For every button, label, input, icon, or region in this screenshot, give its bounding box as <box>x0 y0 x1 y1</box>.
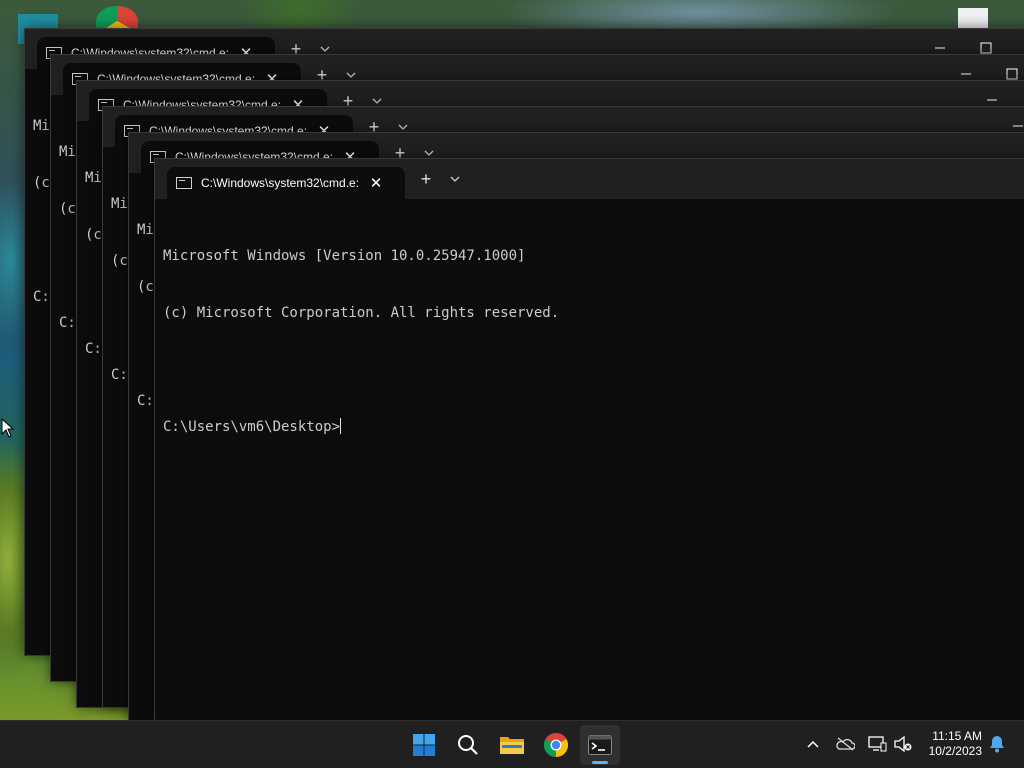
chevron-up-icon[interactable] <box>802 733 824 755</box>
console-line: Microsoft Windows [Version 10.0.25947.10… <box>163 248 526 264</box>
terminal-icon <box>588 735 612 755</box>
tab-title: C:\Windows\system32\cmd.e: <box>201 176 360 190</box>
console-prompt-line[interactable]: C:\Users\vm6\Desktop> <box>163 418 1024 437</box>
chrome-button[interactable] <box>536 725 576 765</box>
network-icon[interactable] <box>866 733 888 755</box>
search-button[interactable] <box>448 725 488 765</box>
tab-dropdown-icon[interactable] <box>445 171 465 187</box>
system-clock[interactable]: 11:15 AM 10/2/2023 <box>929 729 982 759</box>
onedrive-icon[interactable] <box>834 733 856 755</box>
folder-icon <box>500 737 524 754</box>
console-line: (c) Microsoft Corporation. All rights re… <box>163 305 560 321</box>
terminal-button[interactable] <box>580 725 620 765</box>
start-button[interactable] <box>404 725 444 765</box>
cmd-window-active[interactable]: C:\Windows\system32\cmd.e: ✕ + Microsoft… <box>154 158 1024 722</box>
taskbar: 11:15 AM 10/2/2023 <box>0 720 1024 768</box>
tab-cmd[interactable]: C:\Windows\system32\cmd.e: ✕ <box>167 167 405 199</box>
file-explorer-button[interactable] <box>492 725 532 765</box>
search-icon <box>458 735 478 755</box>
text-cursor <box>340 418 342 434</box>
console-output[interactable]: Microsoft Windows [Version 10.0.25947.10… <box>155 199 1024 721</box>
volume-muted-icon[interactable] <box>892 733 914 755</box>
console-prompt: C:\Users\vm6\Desktop> <box>163 419 341 435</box>
clock-time: 11:15 AM <box>932 729 982 743</box>
bell-icon[interactable] <box>986 733 1008 755</box>
mouse-cursor-icon <box>1 418 15 438</box>
chrome-icon <box>543 733 569 757</box>
clock-date: 10/2/2023 <box>928 744 982 758</box>
cmd-icon <box>176 177 192 189</box>
new-tab-button[interactable]: + <box>416 169 436 189</box>
windows-logo-icon <box>413 734 435 756</box>
tab-bar: C:\Windows\system32\cmd.e: ✕ + <box>155 159 1024 199</box>
tab-close-button[interactable]: ✕ <box>365 174 387 192</box>
